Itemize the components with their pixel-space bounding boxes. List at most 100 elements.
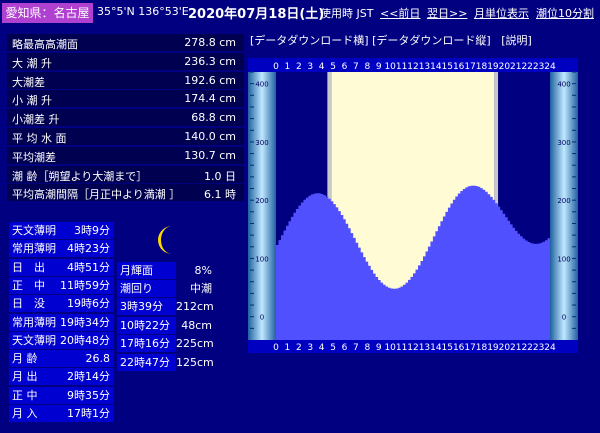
sun-moon-label: 常用薄明 <box>9 313 58 331</box>
monthly-view-link[interactable]: 月単位表示 <box>474 5 529 21</box>
x-tick-label: 20 <box>499 62 511 72</box>
timezone-label: 使用時 JST <box>320 7 374 20</box>
x-tick-label: 24 <box>544 62 556 72</box>
x-tick-label: 8 <box>364 62 370 72</box>
tide-height: 225cm <box>176 335 216 352</box>
stat-label: 小 潮 升 <box>12 94 52 108</box>
x-tick-label: 5 <box>330 343 336 353</box>
x-tick-label: 3 <box>307 62 313 72</box>
y-tick-label: 400 <box>255 81 268 89</box>
stat-value: 68.8 cm <box>191 111 236 125</box>
right-gauge <box>550 72 578 340</box>
sun-moon-label: 月 入 <box>9 405 58 422</box>
x-tick-label: 14 <box>430 343 442 353</box>
x-tick-label: 19 <box>487 62 499 72</box>
stat-value: 130.7 cm <box>184 148 236 162</box>
download-vertical-link[interactable]: [データダウンロード縦] <box>372 34 491 47</box>
sun-moon-value: 3時9分 <box>58 222 114 239</box>
x-tick-label: 23 <box>533 62 544 72</box>
sun-moon-value: 20時48分 <box>58 331 114 349</box>
stat-label: 大 潮 升 <box>12 56 52 70</box>
x-tick-label: 15 <box>442 62 453 72</box>
x-tick-label: 24 <box>544 343 556 353</box>
stat-value: 140.0 cm <box>184 130 236 143</box>
x-tick-label: 11 <box>396 62 407 72</box>
prev-day-link[interactable]: <<前日 <box>380 5 420 21</box>
stat-label: 略最高高潮面 <box>12 38 78 51</box>
sun-moon-value: 4時23分 <box>58 240 114 258</box>
x-tick-label: 14 <box>430 62 442 72</box>
x-tick-label: 10 <box>384 62 396 72</box>
stat-value: 236.3 cm <box>184 54 236 68</box>
x-tick-label: 4 <box>319 62 325 72</box>
x-tick-label: 19 <box>487 343 499 353</box>
moon-phase-icon <box>158 226 172 254</box>
x-tick-label: 12 <box>407 62 418 72</box>
download-horizontal-link[interactable]: [データダウンロード横] <box>250 34 369 47</box>
sun-moon-label: 正 中 <box>9 276 58 294</box>
stat-row: 潮 齢［朔望より大潮まで］ 1.0 日 <box>7 165 244 183</box>
y-tick-label: 100 <box>557 255 570 263</box>
x-tick-label: 15 <box>442 343 453 353</box>
x-tick-label: 10 <box>384 343 396 353</box>
sun-moon-value: 2時14分 <box>58 368 114 386</box>
sun-moon-label: 常用薄明 <box>9 240 58 258</box>
stat-row: 平 均 水 面 140.0 cm <box>7 128 244 145</box>
x-tick-label: 6 <box>342 62 348 72</box>
y-tick-label: 300 <box>557 139 570 147</box>
stat-row: 大潮差 192.6 cm <box>7 71 244 89</box>
x-tick-label: 13 <box>419 343 430 353</box>
tide-type-label: 潮回り <box>117 280 176 297</box>
sun-moon-value: 17時1分 <box>58 405 114 422</box>
sun-moon-value: 26.8 <box>58 350 114 368</box>
stat-row: 小潮差 升 68.8 cm <box>7 109 244 127</box>
tide-time: 3時39分 <box>117 298 176 315</box>
sun-moon-label: 正 中 <box>9 386 58 404</box>
sun-moon-label: 日 没 <box>9 295 58 313</box>
y-tick-label: 0 <box>562 314 566 322</box>
x-tick-label: 22 <box>521 343 532 353</box>
help-link[interactable]: [説明] <box>501 34 532 47</box>
y-tick-label: 200 <box>557 197 570 205</box>
x-tick-label: 17 <box>464 343 475 353</box>
sun-moon-label: 天文薄明 <box>9 331 58 349</box>
x-tick-label: 1 <box>285 343 291 353</box>
tide-height: 48cm <box>176 316 216 334</box>
x-tick-label: 22 <box>521 62 532 72</box>
x-tick-label: 2 <box>296 343 302 353</box>
ten-min-link[interactable]: 潮位10分割 <box>536 5 594 21</box>
x-tick-label: 20 <box>499 343 511 353</box>
x-tick-label: 5 <box>330 62 336 72</box>
stat-value: 6.1 時 <box>204 188 236 202</box>
stat-label: 大潮差 <box>12 75 45 89</box>
x-tick-label: 18 <box>476 62 488 72</box>
y-tick-label: 300 <box>255 139 268 147</box>
coordinates: 35°5'N 136°53'E <box>97 5 189 18</box>
y-tick-label: 200 <box>255 197 268 205</box>
moon-illumination-label: 月輝面 <box>117 262 176 279</box>
x-tick-label: 23 <box>533 343 544 353</box>
stat-label: 平均高潮間隔［月正中より満潮 ］ <box>12 188 181 202</box>
x-tick-label: 12 <box>407 343 418 353</box>
date-title: 2020年07月18日(土) <box>188 7 325 22</box>
tide-time: 17時16分 <box>117 335 176 352</box>
sun-moon-label: 天文薄明 <box>9 222 58 239</box>
stat-value: 192.6 cm <box>184 73 236 87</box>
x-tick-label: 6 <box>342 343 348 353</box>
stat-row: 平均高潮間隔［月正中より満潮 ］ 6.1 時 <box>7 184 244 202</box>
header: 愛知県：名古屋 35°5'N 136°53'E 2020年07月18日(土) 使… <box>0 0 600 26</box>
tide-type-value: 中潮 <box>176 280 216 297</box>
x-tick-label: 16 <box>453 62 465 72</box>
stat-row: 大 潮 升 236.3 cm <box>7 52 244 70</box>
y-tick-label: 100 <box>255 255 268 263</box>
next-day-link[interactable]: 翌日>> <box>427 5 467 21</box>
stat-value: 1.0 日 <box>204 169 236 183</box>
tide-height: 125cm <box>176 353 216 371</box>
stat-value: 174.4 cm <box>184 92 236 106</box>
stat-row: 平均潮差 130.7 cm <box>7 146 244 164</box>
x-tick-label: 16 <box>453 343 465 353</box>
left-gauge <box>248 72 276 340</box>
stat-label: 小潮差 升 <box>12 113 60 127</box>
location-label[interactable]: 愛知県：名古屋 <box>2 3 93 23</box>
tide-time: 10時22分 <box>117 316 176 334</box>
